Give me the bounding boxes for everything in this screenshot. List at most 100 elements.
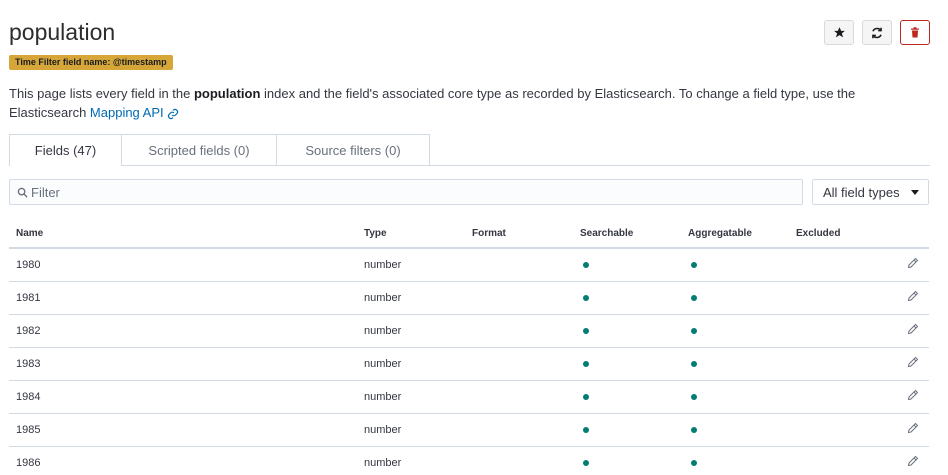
cell-excluded xyxy=(789,248,879,282)
searchable-dot-icon xyxy=(583,261,589,268)
cell-type: number xyxy=(357,380,465,414)
searchable-dot-icon xyxy=(583,294,589,301)
header-aggregatable[interactable]: Aggregatable xyxy=(681,220,789,249)
cell-edit xyxy=(879,347,929,381)
mapping-api-link-label: Mapping API xyxy=(89,105,164,120)
fields-table: Name Type Format Searchable Aggregatable… xyxy=(9,220,929,475)
cell-edit xyxy=(879,413,929,447)
desc-text-pre: This page lists every field in the xyxy=(9,86,194,101)
cell-format xyxy=(465,281,573,315)
cell-searchable xyxy=(573,281,681,315)
cell-name: 1982 xyxy=(9,314,357,348)
header-type[interactable]: Type xyxy=(357,220,465,249)
searchable-dot-icon xyxy=(583,360,589,367)
cell-aggregatable xyxy=(681,281,789,315)
set-default-button[interactable] xyxy=(824,20,854,45)
mapping-api-link[interactable]: Mapping API xyxy=(90,105,179,120)
aggregatable-dot-icon xyxy=(691,294,697,301)
cell-name: 1985 xyxy=(9,413,357,447)
star-icon xyxy=(833,27,845,38)
filter-input[interactable] xyxy=(31,184,771,200)
cell-aggregatable xyxy=(681,314,789,348)
cell-name: 1984 xyxy=(9,380,357,414)
search-icon xyxy=(17,187,28,198)
cell-excluded xyxy=(789,413,879,447)
delete-index-pattern-button[interactable] xyxy=(900,20,930,45)
aggregatable-dot-icon xyxy=(691,393,697,400)
cell-edit xyxy=(879,446,929,475)
table-row: 1981 number xyxy=(9,281,929,315)
header-format[interactable]: Format xyxy=(465,220,573,249)
searchable-dot-icon xyxy=(583,327,589,334)
field-type-select[interactable]: All field types xyxy=(812,179,929,205)
cell-edit xyxy=(879,380,929,414)
cell-name: 1980 xyxy=(9,248,357,282)
cell-name: 1986 xyxy=(9,446,357,475)
cell-excluded xyxy=(789,446,879,475)
cell-format xyxy=(465,380,573,414)
cell-type: number xyxy=(357,347,465,381)
aggregatable-dot-icon xyxy=(691,360,697,367)
cell-type: number xyxy=(357,413,465,447)
cell-type: number xyxy=(357,446,465,475)
table-row: 1985 number xyxy=(9,413,929,447)
pencil-icon[interactable] xyxy=(907,257,919,269)
cell-excluded xyxy=(789,347,879,381)
cell-excluded xyxy=(789,281,879,315)
aggregatable-dot-icon xyxy=(691,459,697,466)
header-actions xyxy=(824,20,930,45)
searchable-dot-icon xyxy=(583,393,589,400)
cell-excluded xyxy=(789,314,879,348)
cell-aggregatable xyxy=(681,347,789,381)
aggregatable-dot-icon xyxy=(691,426,697,433)
header-excluded[interactable]: Excluded xyxy=(789,220,879,249)
pencil-icon[interactable] xyxy=(907,389,919,401)
pencil-icon[interactable] xyxy=(907,356,919,368)
table-row: 1984 number xyxy=(9,380,929,414)
searchable-dot-icon xyxy=(583,426,589,433)
cell-searchable xyxy=(573,413,681,447)
cell-searchable xyxy=(573,248,681,282)
table-header-row: Name Type Format Searchable Aggregatable… xyxy=(9,220,929,249)
cell-aggregatable xyxy=(681,413,789,447)
cell-format xyxy=(465,314,573,348)
cell-aggregatable xyxy=(681,446,789,475)
pencil-icon[interactable] xyxy=(907,323,919,335)
tab-source-filters[interactable]: Source filters (0) xyxy=(277,134,430,166)
cell-format xyxy=(465,248,573,282)
pencil-icon[interactable] xyxy=(907,290,919,302)
table-row: 1983 number xyxy=(9,347,929,381)
cell-searchable xyxy=(573,446,681,475)
cell-searchable xyxy=(573,347,681,381)
filter-field[interactable] xyxy=(9,179,803,205)
pencil-icon[interactable] xyxy=(907,455,919,467)
page-title: population xyxy=(9,19,116,45)
header-name[interactable]: Name xyxy=(9,220,357,249)
tab-bar: Fields (47) Scripted fields (0) Source f… xyxy=(9,134,430,166)
header-searchable[interactable]: Searchable xyxy=(573,220,681,249)
table-row: 1986 number xyxy=(9,446,929,475)
chevron-down-icon xyxy=(911,190,919,195)
tab-scripted-fields[interactable]: Scripted fields (0) xyxy=(122,134,277,166)
cell-format xyxy=(465,446,573,475)
refresh-fields-button[interactable] xyxy=(862,20,892,45)
link-icon xyxy=(167,108,178,119)
cell-name: 1983 xyxy=(9,347,357,381)
cell-aggregatable xyxy=(681,380,789,414)
cell-format xyxy=(465,347,573,381)
tab-divider-right xyxy=(430,165,930,166)
pencil-icon[interactable] xyxy=(907,422,919,434)
time-filter-badge: Time Filter field name: @timestamp xyxy=(9,55,173,70)
cell-searchable xyxy=(573,314,681,348)
cell-type: number xyxy=(357,248,465,282)
aggregatable-dot-icon xyxy=(691,327,697,334)
refresh-icon xyxy=(872,27,882,38)
header-actions-cell xyxy=(879,220,929,249)
tab-fields[interactable]: Fields (47) xyxy=(9,134,122,166)
desc-index-name: population xyxy=(193,86,261,101)
cell-searchable xyxy=(573,380,681,414)
cell-edit xyxy=(879,248,929,282)
cell-excluded xyxy=(789,380,879,414)
cell-aggregatable xyxy=(681,248,789,282)
cell-type: number xyxy=(357,281,465,315)
